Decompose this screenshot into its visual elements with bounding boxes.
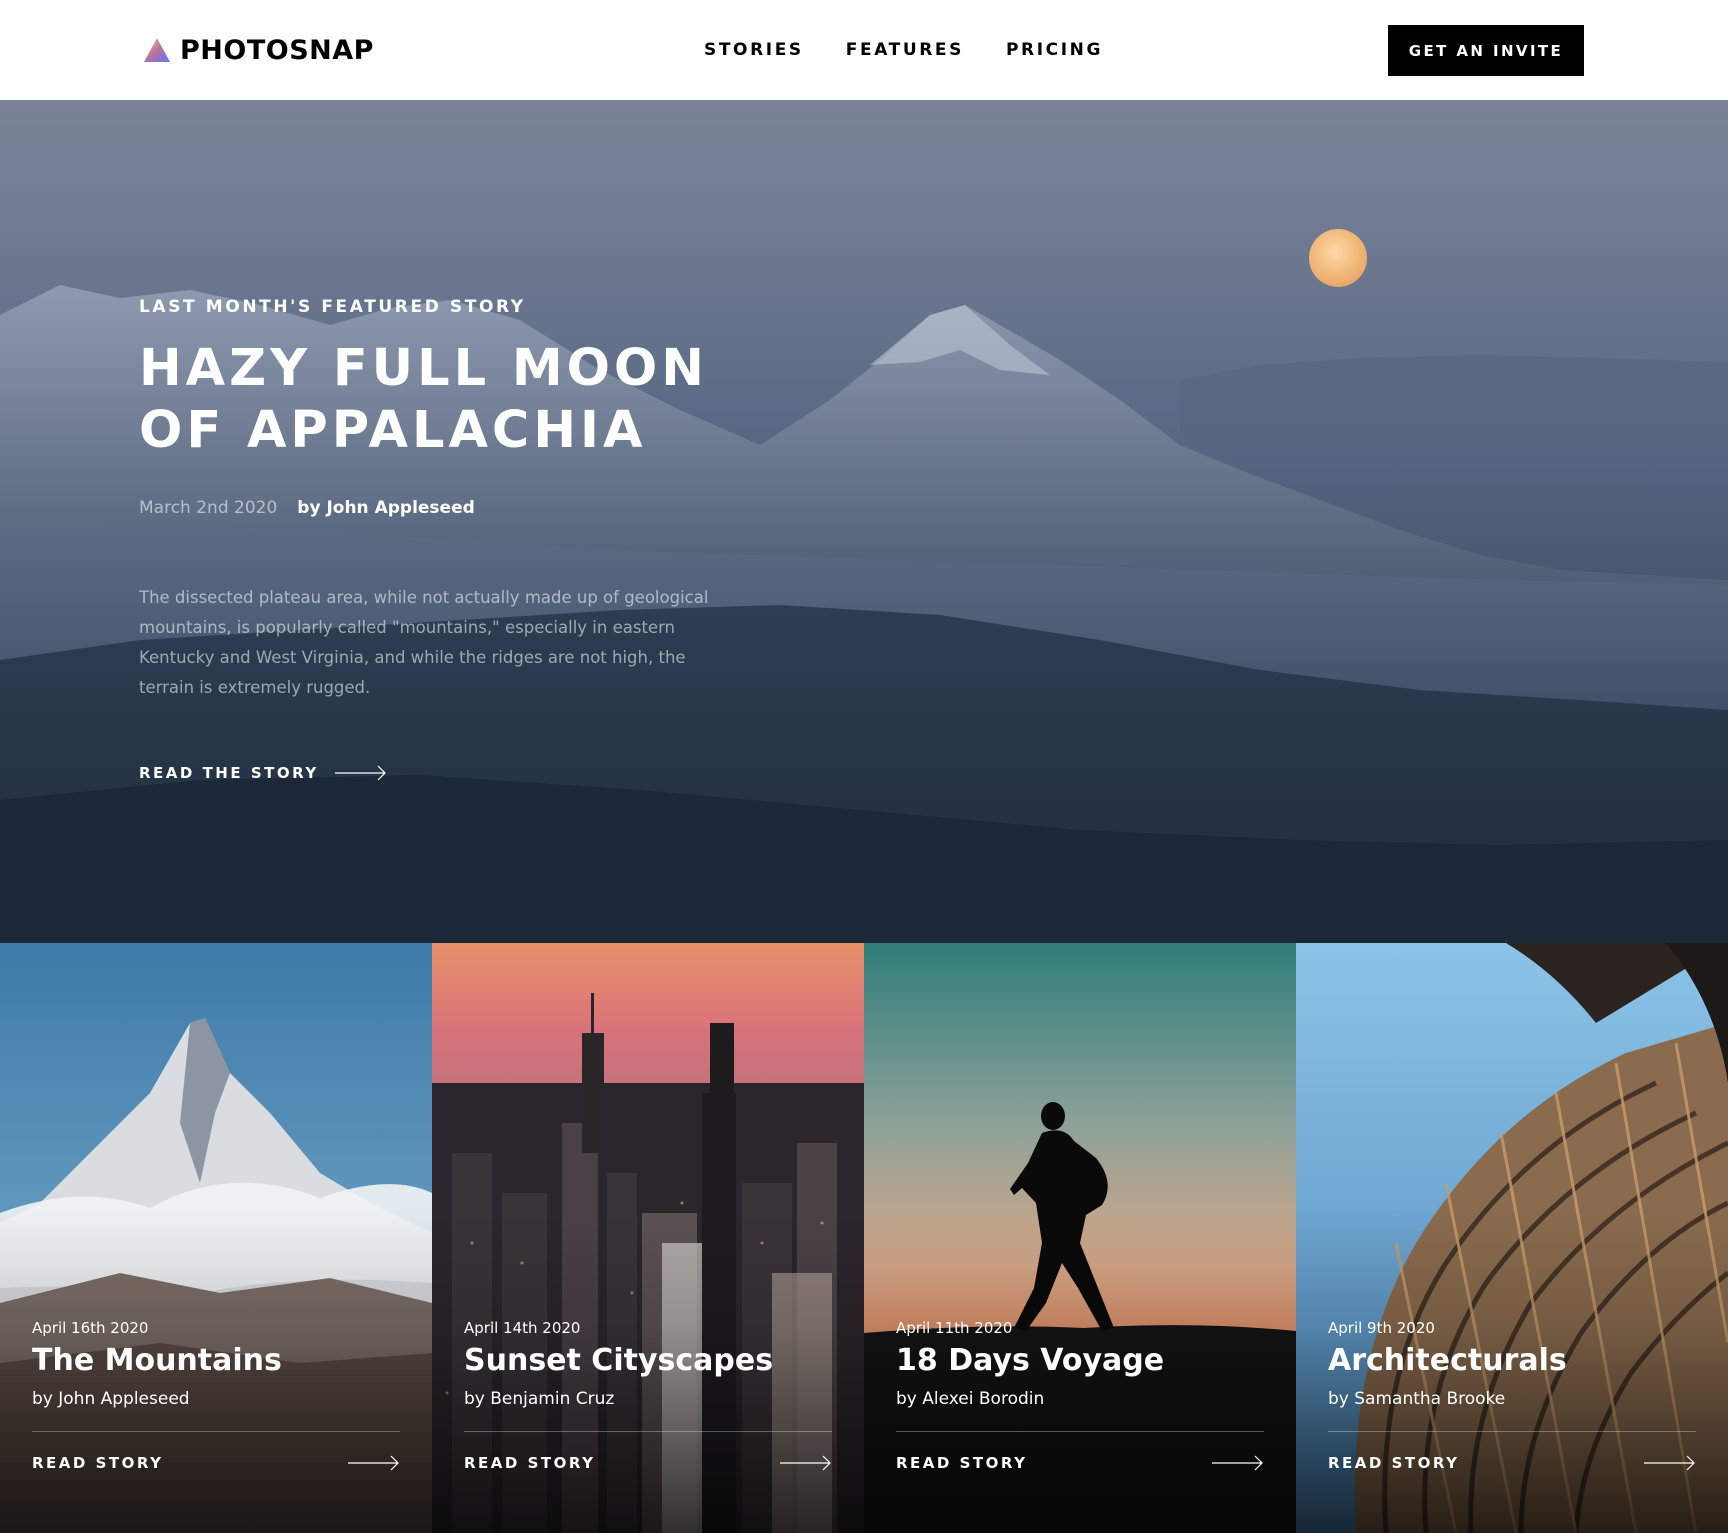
card-info: April 16th 2020 The Mountains by John Ap… xyxy=(32,1318,400,1472)
hero-eyebrow: LAST MONTH'S FEATURED STORY xyxy=(139,297,526,317)
hero-title: HAZY FULL MOON OF APPALACHIA xyxy=(139,339,708,460)
logo[interactable]: PHOTOSNAP xyxy=(144,34,374,66)
read-story-link[interactable]: READ STORY xyxy=(896,1454,1264,1472)
read-story-link[interactable]: READ STORY xyxy=(464,1454,832,1472)
card-title: Sunset Cityscapes xyxy=(464,1343,774,1378)
nav-pricing[interactable]: PRICING xyxy=(1006,40,1103,60)
card-title: Architecturals xyxy=(1328,1343,1567,1378)
story-card[interactable]: April 16th 2020 The Mountains by John Ap… xyxy=(0,943,432,1533)
nav-stories[interactable]: STORIES xyxy=(704,40,804,60)
arrow-right-icon xyxy=(334,765,386,781)
site-header: PHOTOSNAP STORIES FEATURES PRICING GET A… xyxy=(0,0,1728,100)
read-story-label: READ STORY xyxy=(896,1454,1028,1472)
arrow-right-icon xyxy=(780,1455,831,1471)
arrow-right-icon xyxy=(1212,1455,1263,1471)
story-card[interactable]: April 14th 2020 Sunset Cityscapes by Ben… xyxy=(432,943,864,1533)
card-divider xyxy=(32,1431,400,1432)
story-card[interactable]: April 9th 2020 Architecturals by Samanth… xyxy=(1296,943,1728,1533)
logo-triangle-icon xyxy=(144,38,170,62)
card-divider xyxy=(1328,1431,1696,1432)
card-date: April 16th 2020 xyxy=(32,1319,149,1337)
nav-features[interactable]: FEATURES xyxy=(846,40,964,60)
hero-description: The dissected plateau area, while not ac… xyxy=(139,588,709,697)
read-story-label: READ STORY xyxy=(464,1454,596,1472)
card-divider xyxy=(464,1431,832,1432)
story-cards: April 16th 2020 The Mountains by John Ap… xyxy=(0,943,1728,1533)
featured-hero: LAST MONTH'S FEATURED STORY HAZY FULL MO… xyxy=(0,100,1728,943)
card-author: by Benjamin Cruz xyxy=(464,1389,615,1409)
card-info: April 11th 2020 18 Days Voyage by Alexei… xyxy=(896,1318,1264,1472)
card-author: by Samantha Brooke xyxy=(1328,1389,1506,1409)
arrow-right-icon xyxy=(1644,1455,1695,1471)
read-story-label: READ STORY xyxy=(32,1454,164,1472)
card-author: by John Appleseed xyxy=(32,1389,190,1409)
read-story-label: READ STORY xyxy=(1328,1454,1460,1472)
read-the-story-link[interactable]: READ THE STORY xyxy=(139,764,387,782)
card-date: April 14th 2020 xyxy=(464,1319,581,1337)
hero-meta: March 2nd 2020 by John Appleseed xyxy=(139,498,475,518)
hero-background-image xyxy=(0,229,1728,943)
card-date: April 9th 2020 xyxy=(1328,1319,1435,1337)
read-story-link[interactable]: READ STORY xyxy=(1328,1454,1696,1472)
story-card[interactable]: April 11th 2020 18 Days Voyage by Alexei… xyxy=(864,943,1296,1533)
arrow-right-icon xyxy=(348,1455,399,1471)
card-info: April 9th 2020 Architecturals by Samanth… xyxy=(1328,1318,1696,1472)
card-title: 18 Days Voyage xyxy=(896,1343,1165,1378)
main-nav: STORIES FEATURES PRICING xyxy=(704,40,1103,60)
read-the-story-label: READ THE STORY xyxy=(139,764,319,782)
hero-author: by John Appleseed xyxy=(297,498,475,518)
hero-date: March 2nd 2020 xyxy=(139,498,278,518)
brand-name: PHOTOSNAP xyxy=(180,34,374,66)
card-date: April 11th 2020 xyxy=(896,1319,1013,1337)
card-author: by Alexei Borodin xyxy=(896,1389,1045,1409)
card-divider xyxy=(896,1431,1264,1432)
card-title: The Mountains xyxy=(32,1343,282,1378)
card-info: April 14th 2020 Sunset Cityscapes by Ben… xyxy=(464,1318,832,1472)
read-story-link[interactable]: READ STORY xyxy=(32,1454,400,1472)
get-invite-button[interactable]: GET AN INVITE xyxy=(1388,25,1584,76)
